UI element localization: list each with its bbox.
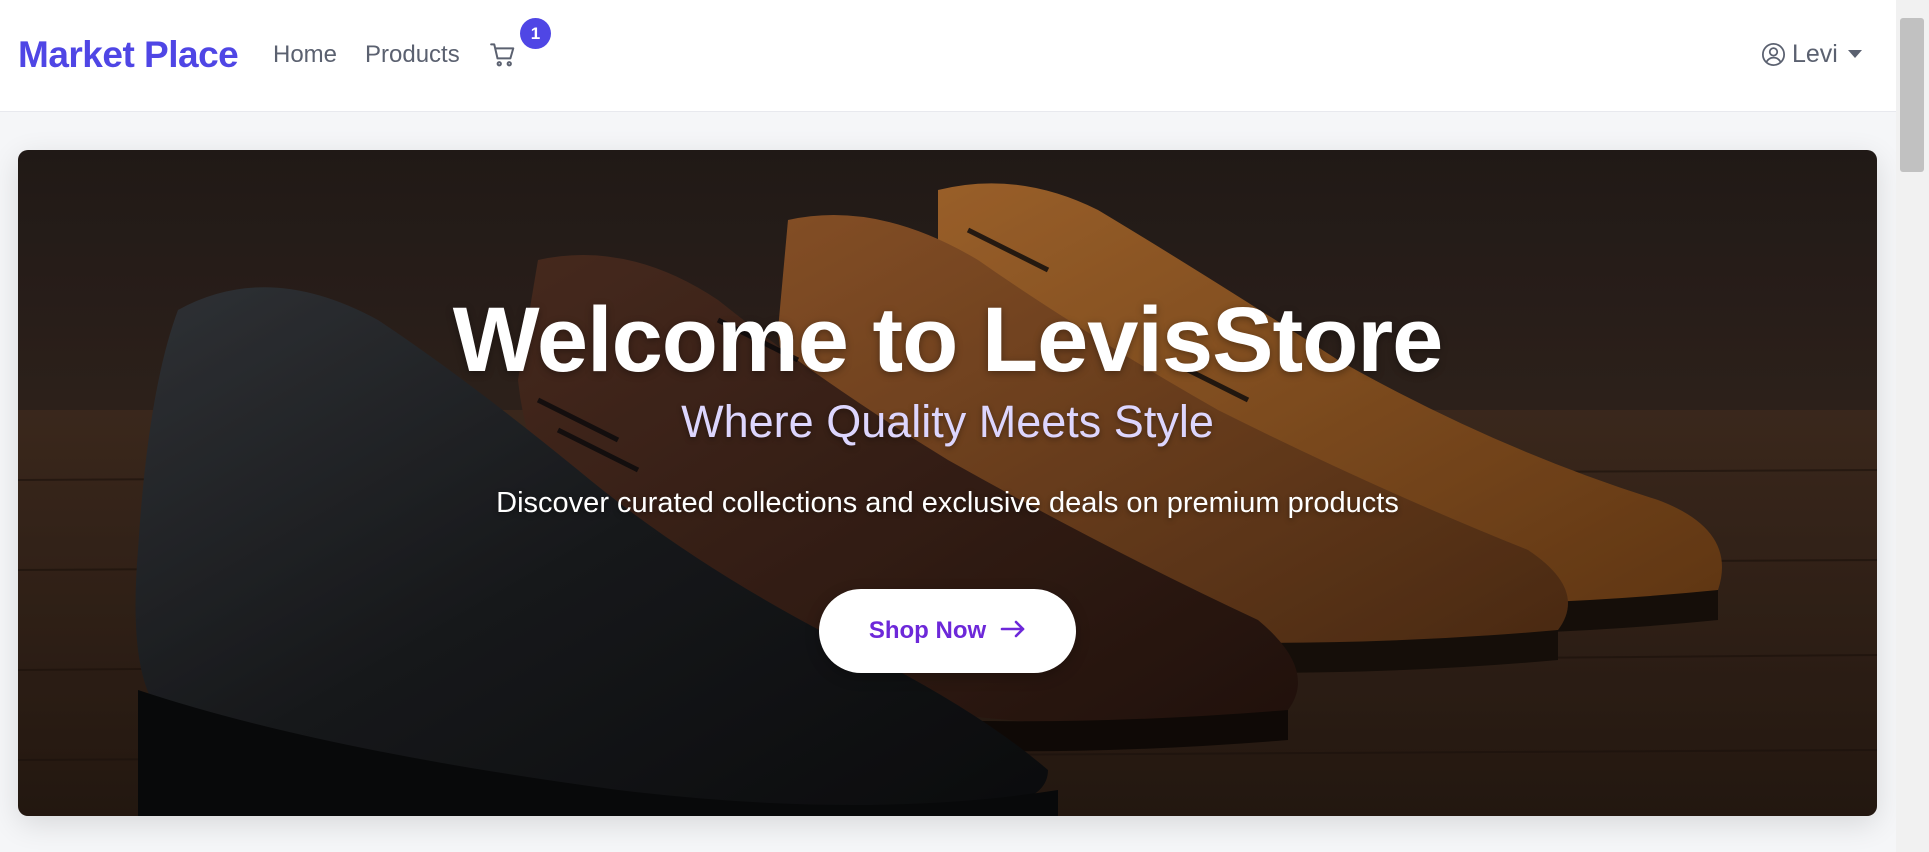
brand-logo-link[interactable]: Market Place xyxy=(18,33,239,77)
scrollbar-thumb[interactable] xyxy=(1900,18,1924,172)
cart-icon xyxy=(488,40,518,70)
shop-now-button[interactable]: Shop Now xyxy=(819,589,1076,673)
page-scrollbar[interactable] xyxy=(1896,0,1929,852)
hero-content: Welcome to LevisStore Where Quality Meet… xyxy=(18,150,1877,816)
user-name: Levi xyxy=(1792,40,1838,68)
cart-link[interactable] xyxy=(488,40,518,70)
nav-link-products[interactable]: Products xyxy=(365,40,460,70)
arrow-right-icon xyxy=(1000,617,1026,645)
user-menu-dropdown[interactable]: Levi xyxy=(1761,38,1862,70)
hero-banner: Welcome to LevisStore Where Quality Meet… xyxy=(18,150,1877,816)
nav-link-home[interactable]: Home xyxy=(273,40,337,70)
page: Market Place Home Products 1 Levi Welcom… xyxy=(0,0,1929,852)
hero-subtitle: Where Quality Meets Style xyxy=(681,396,1214,447)
hero-title: Welcome to LevisStore xyxy=(452,289,1444,391)
caret-down-icon xyxy=(1847,50,1862,58)
hero-description: Discover curated collections and exclusi… xyxy=(496,487,1399,519)
navbar: Market Place Home Products 1 Levi xyxy=(0,0,1896,112)
user-circle-icon xyxy=(1761,42,1786,67)
shop-now-label: Shop Now xyxy=(868,617,987,644)
cart-count-badge: 1 xyxy=(520,18,551,49)
